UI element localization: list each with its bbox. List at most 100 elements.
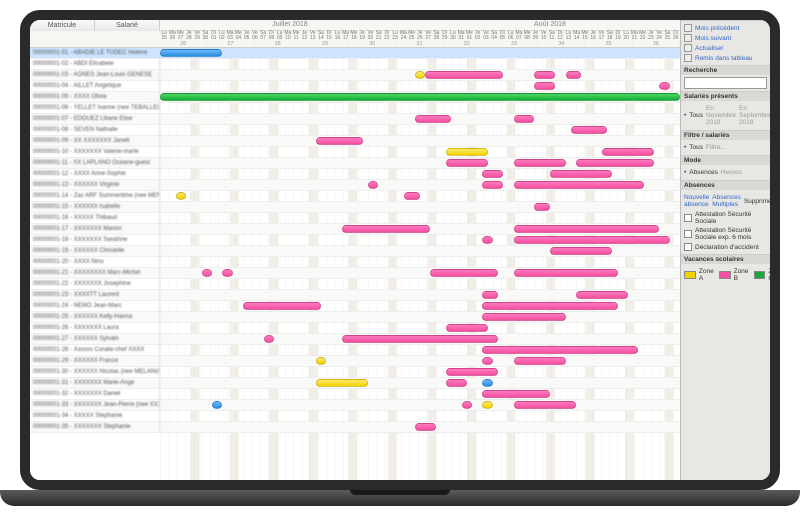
- row-track[interactable]: [160, 334, 680, 344]
- absence-bar[interactable]: [566, 71, 582, 79]
- table-row[interactable]: 00000001-22 - XXXXXXX Josephine: [30, 279, 680, 290]
- row-track[interactable]: [160, 411, 680, 421]
- nav-link[interactable]: Mois suivant: [684, 33, 767, 43]
- nav-link[interactable]: Actualiser: [684, 43, 767, 53]
- table-row[interactable]: 00000001-21 - XXXXXXXX Marc-Michel: [30, 268, 680, 279]
- row-track[interactable]: [160, 180, 680, 190]
- absence-bar[interactable]: [316, 137, 363, 145]
- row-track[interactable]: [160, 48, 680, 58]
- row-track[interactable]: [160, 92, 680, 102]
- table-row[interactable]: 00000001-11 - XX LAPLANO Oceane-guest: [30, 158, 680, 169]
- absence-bar[interactable]: [576, 291, 628, 299]
- row-track[interactable]: [160, 125, 680, 135]
- table-row[interactable]: 00000001-25 - XXXXXX Kelly-Hanna: [30, 312, 680, 323]
- row-track[interactable]: [160, 400, 680, 410]
- absence-bar[interactable]: [659, 82, 669, 90]
- absence-bar[interactable]: [202, 269, 212, 277]
- row-track[interactable]: [160, 147, 680, 157]
- table-row[interactable]: 00000001-26 - XXXXXXX Laura: [30, 323, 680, 334]
- row-track[interactable]: [160, 389, 680, 399]
- absence-bar[interactable]: [482, 401, 492, 409]
- absence-bar[interactable]: [404, 192, 420, 200]
- absence-bar[interactable]: [534, 82, 555, 90]
- table-row[interactable]: 00000001-07 - EDOUEZ Liliane Elise: [30, 114, 680, 125]
- row-track[interactable]: [160, 202, 680, 212]
- table-row[interactable]: 00000001-33 - XXXXXXX Jean-Pierre (nee X…: [30, 400, 680, 411]
- absence-bar[interactable]: [243, 302, 321, 310]
- table-row[interactable]: 00000001-28 - Xxxxxx Coralie-chef XXXX: [30, 345, 680, 356]
- absence-bar[interactable]: [482, 313, 565, 321]
- absence-bar[interactable]: [316, 357, 326, 365]
- salaries-option[interactable]: En Novembre 2018: [706, 104, 736, 127]
- absence-bar[interactable]: [576, 159, 654, 167]
- absence-bar[interactable]: [514, 357, 566, 365]
- table-row[interactable]: 00000001-31 - XXXXXXX Marie-Ange: [30, 378, 680, 389]
- absence-bar[interactable]: [602, 148, 654, 156]
- row-track[interactable]: [160, 191, 680, 201]
- table-row[interactable]: 00000001-08 - SEVEN Nathalie: [30, 125, 680, 136]
- table-row[interactable]: 00000001-02 - ABDI Elisabete: [30, 59, 680, 70]
- table-row[interactable]: 00000001-17 - XXXXXXX Marion: [30, 224, 680, 235]
- absence-bar[interactable]: [482, 357, 492, 365]
- table-row[interactable]: 00000001-16 - XXXXX Thibaud: [30, 213, 680, 224]
- table-row[interactable]: 00000001-04 - AILLET Angelique: [30, 81, 680, 92]
- salaries-option[interactable]: • Tous: [684, 111, 703, 120]
- absence-bar[interactable]: [482, 236, 492, 244]
- mode-option[interactable]: Heures: [721, 168, 742, 177]
- absence-bar[interactable]: [514, 401, 576, 409]
- row-track[interactable]: [160, 103, 680, 113]
- absence-bar[interactable]: [176, 192, 186, 200]
- row-track[interactable]: [160, 422, 680, 432]
- table-row[interactable]: 00000001-03 - AGNES Jean-Louis GENESE: [30, 70, 680, 81]
- absence-bar[interactable]: [514, 225, 660, 233]
- absence-bar[interactable]: [462, 401, 472, 409]
- absence-bar[interactable]: [415, 115, 451, 123]
- table-row[interactable]: 00000001-09 - XX XXXXXXX Janett: [30, 136, 680, 147]
- row-track[interactable]: [160, 136, 680, 146]
- row-track[interactable]: [160, 279, 680, 289]
- row-track[interactable]: [160, 301, 680, 311]
- row-track[interactable]: [160, 169, 680, 179]
- absence-bar[interactable]: [514, 115, 535, 123]
- absence-bar[interactable]: [514, 159, 566, 167]
- table-row[interactable]: 00000001-18 - XXXXXXX Sandrine: [30, 235, 680, 246]
- absence-bar[interactable]: [415, 71, 425, 79]
- row-track[interactable]: [160, 367, 680, 377]
- absence-bar[interactable]: [316, 379, 368, 387]
- row-track[interactable]: [160, 235, 680, 245]
- absence-bar[interactable]: [446, 148, 488, 156]
- absence-bar[interactable]: [446, 368, 498, 376]
- row-track[interactable]: [160, 81, 680, 91]
- col-matricule[interactable]: Matricule: [30, 20, 95, 31]
- table-row[interactable]: 00000001-34 - XXXXX Stephanie: [30, 411, 680, 422]
- absence-bar[interactable]: [264, 335, 274, 343]
- row-track[interactable]: [160, 70, 680, 80]
- row-track[interactable]: [160, 213, 680, 223]
- absence-bar[interactable]: [446, 379, 467, 387]
- absence-bar[interactable]: [160, 93, 680, 101]
- table-row[interactable]: 00000001-05 - XXXX Olivia: [30, 92, 680, 103]
- row-track[interactable]: [160, 257, 680, 267]
- absence-bar[interactable]: [550, 170, 612, 178]
- absence-bar[interactable]: [514, 269, 618, 277]
- checkbox-icon[interactable]: [684, 230, 692, 238]
- declaration[interactable]: Déclaration d'accident: [684, 242, 767, 252]
- abs-action[interactable]: Nouvelle absence: [684, 193, 709, 209]
- table-row[interactable]: 00000001-14 - Zac ARF Summertime (nee ME…: [30, 191, 680, 202]
- absence-bar[interactable]: [571, 126, 607, 134]
- table-row[interactable]: 00000001-20 - XXXX Nino: [30, 257, 680, 268]
- table-row[interactable]: 00000001-29 - XXXXXX France: [30, 356, 680, 367]
- absence-bar[interactable]: [415, 423, 436, 431]
- absence-bar[interactable]: [482, 170, 503, 178]
- row-track[interactable]: [160, 224, 680, 234]
- table-row[interactable]: 00000001-12 - XXXX Anne-Sophie: [30, 169, 680, 180]
- absence-bar[interactable]: [342, 335, 498, 343]
- filtre-option[interactable]: • Tous: [684, 143, 703, 152]
- absence-bar[interactable]: [482, 379, 492, 387]
- row-track[interactable]: [160, 312, 680, 322]
- table-row[interactable]: 00000001-23 - XXXXTT Laurent: [30, 290, 680, 301]
- row-track[interactable]: [160, 290, 680, 300]
- search-input[interactable]: [684, 77, 767, 89]
- table-row[interactable]: 00000001-10 - XXXXXXX Valerie-marie: [30, 147, 680, 158]
- absence-bar[interactable]: [514, 181, 644, 189]
